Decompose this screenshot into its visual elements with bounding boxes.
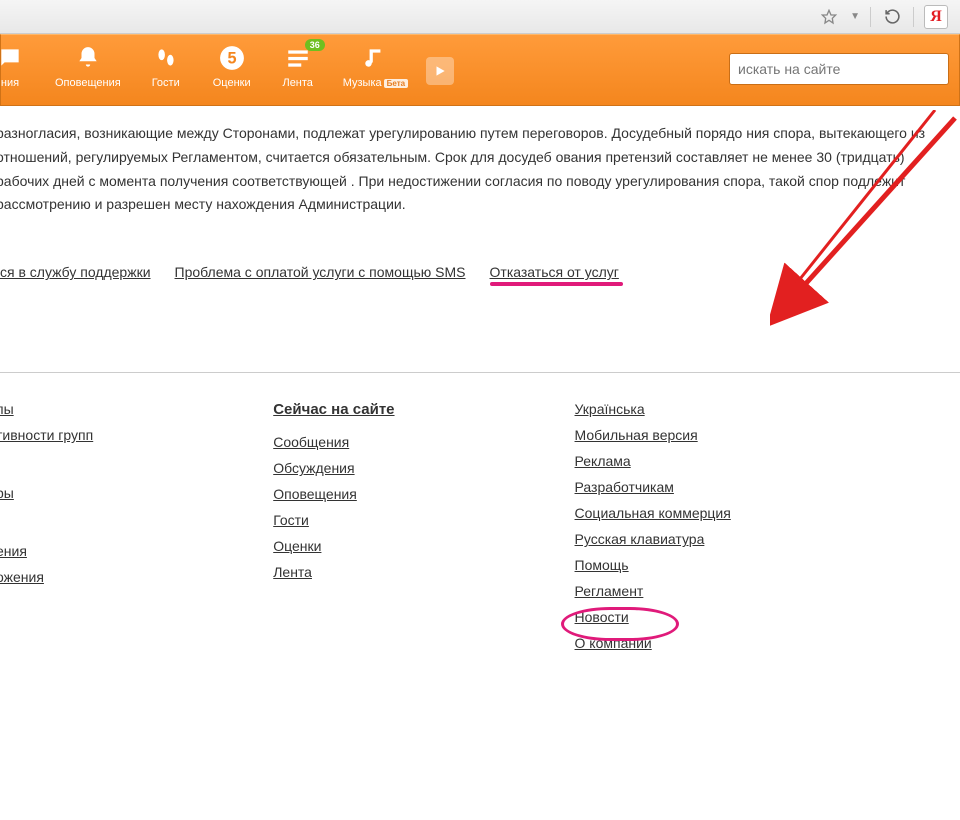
footer-link-fragment[interactable]: пы — [0, 401, 93, 417]
footer-link-guests[interactable]: Гости — [273, 512, 394, 528]
footer-link-news[interactable]: Новости — [575, 609, 731, 625]
footer-link-messages[interactable]: Сообщения — [273, 434, 394, 450]
toolbar-separator — [913, 7, 914, 27]
footer-link-fragment[interactable]: ения — [0, 543, 93, 559]
nav-item-guests[interactable]: Гости — [133, 43, 199, 89]
svg-text:5: 5 — [227, 49, 236, 67]
reload-icon[interactable] — [881, 6, 903, 28]
footer-link-developers[interactable]: Разработчикам — [575, 479, 731, 495]
nav-item-music[interactable]: МузыкаБета — [331, 43, 420, 89]
sms-problem-link[interactable]: Проблема с оплатой услуги с помощью SMS — [175, 264, 466, 280]
nav-item-marks[interactable]: 5 Оценки — [199, 43, 265, 89]
footer-left-fragments: пы тивности групп ры ения ожения — [0, 401, 93, 651]
footer-link-ads[interactable]: Реклама — [575, 453, 731, 469]
play-button[interactable] — [426, 57, 454, 85]
contact-support-link[interactable]: ся в службу поддержки — [0, 264, 151, 280]
nav-item-notifications[interactable]: Оповещения — [43, 43, 133, 89]
footer-link-feed[interactable]: Лента — [273, 564, 394, 580]
footer-link-fragment[interactable]: ожения — [0, 569, 93, 585]
footer: пы тивности групп ры ения ожения Сейчас … — [0, 401, 960, 651]
footer-divider — [0, 372, 960, 373]
nav-label: Гости — [152, 77, 180, 89]
nav-label: Лента — [282, 77, 312, 89]
nav-item-messages[interactable]: ния — [0, 43, 43, 89]
footer-link-regulations[interactable]: Регламент — [575, 583, 731, 599]
nav-label: Оценки — [213, 77, 251, 89]
nav-label: Оповещения — [55, 77, 121, 89]
footer-link-ukrainian[interactable]: Українська — [575, 401, 731, 417]
regulation-paragraph: разногласия, возникающие между Сторонами… — [0, 106, 960, 217]
footprints-icon — [151, 43, 181, 73]
footer-col-now-on-site: Сейчас на сайте Сообщения Обсуждения Опо… — [273, 401, 394, 651]
search-input[interactable] — [729, 53, 949, 85]
bell-icon — [73, 43, 103, 73]
footer-link-fragment[interactable]: тивности групп — [0, 427, 93, 443]
toolbar-separator — [870, 7, 871, 27]
nav-badge: 36 — [305, 39, 325, 51]
footer-link-discussions[interactable]: Обсуждения — [273, 460, 394, 476]
refuse-services-link[interactable]: Отказаться от услуг — [490, 264, 619, 280]
footer-link-social-commerce[interactable]: Социальная коммерция — [575, 505, 731, 521]
messages-icon — [0, 43, 25, 73]
music-icon — [360, 43, 390, 73]
footer-link-about[interactable]: О компании — [575, 635, 731, 651]
star-icon[interactable] — [818, 6, 840, 28]
top-navigation: ния Оповещения Гости 5 Оценки — [0, 34, 960, 106]
nav-label: МузыкаБета — [343, 77, 408, 89]
footer-col-right: Українська Мобильная версия Реклама Разр… — [575, 401, 731, 651]
footer-heading: Сейчас на сайте — [273, 401, 394, 418]
dropdown-caret-icon[interactable]: ▼ — [850, 11, 860, 22]
browser-toolbar: ▼ Я — [0, 0, 960, 34]
yandex-icon[interactable]: Я — [924, 5, 948, 29]
footer-link-marks[interactable]: Оценки — [273, 538, 394, 554]
footer-link-help[interactable]: Помощь — [575, 557, 731, 573]
footer-link-fragment[interactable]: ры — [0, 485, 93, 501]
footer-link-mobile[interactable]: Мобильная версия — [575, 427, 731, 443]
footer-link-notifications[interactable]: Оповещения — [273, 486, 394, 502]
five-icon: 5 — [217, 43, 247, 73]
footer-link-keyboard[interactable]: Русская клавиатура — [575, 531, 731, 547]
nav-item-feed[interactable]: 36 Лента — [265, 43, 331, 89]
support-links-row: ся в службу поддержки Проблема с оплатой… — [0, 263, 960, 292]
nav-label: ния — [1, 77, 19, 89]
